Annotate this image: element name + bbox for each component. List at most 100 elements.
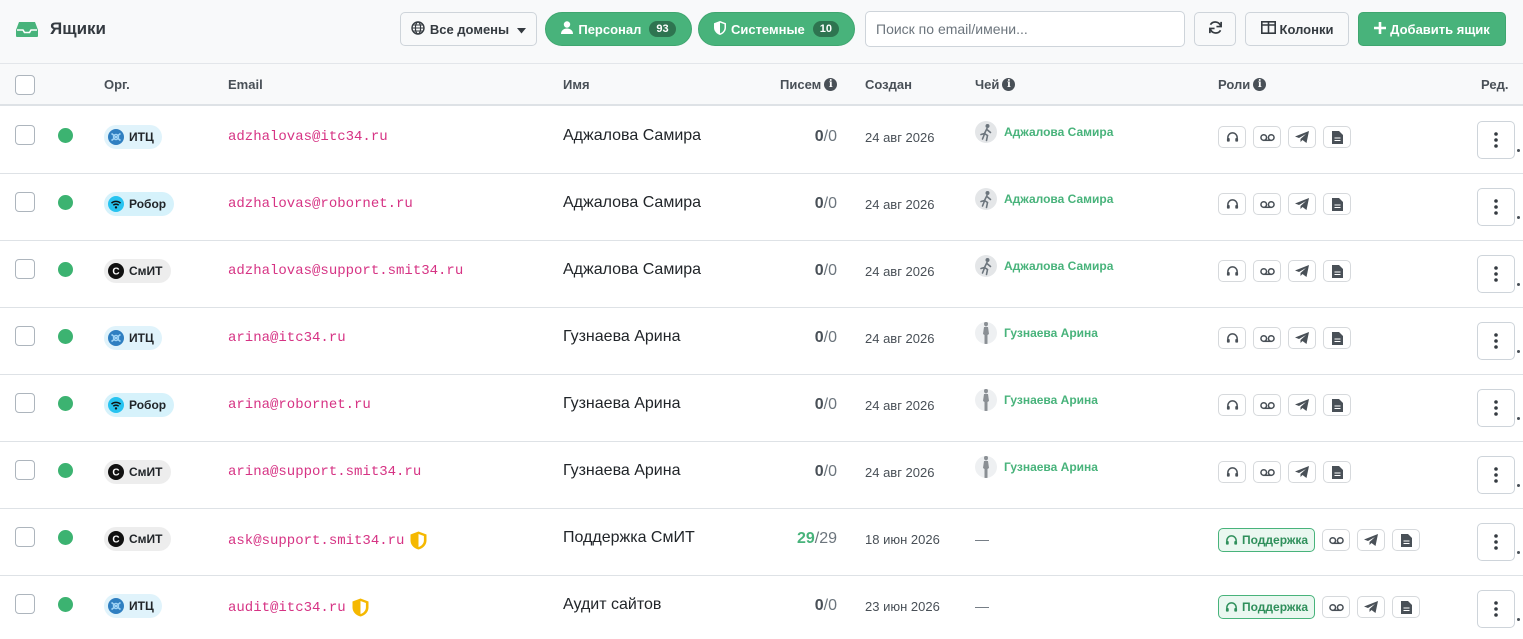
role-toggle-telegram[interactable] (1288, 327, 1316, 349)
row-checkbox[interactable] (15, 393, 35, 413)
role-toggle-headset[interactable] (1218, 394, 1246, 416)
role-toggle-voicemail[interactable] (1322, 529, 1351, 551)
email-cell[interactable]: adzhalovas@robornet.ru (228, 196, 413, 212)
search-input[interactable] (865, 11, 1185, 47)
info-icon[interactable]: i (1002, 78, 1016, 91)
add-mailbox-button[interactable]: Добавить ящик (1358, 12, 1506, 46)
email-cell[interactable]: arina@itc34.ru (228, 330, 346, 346)
system-filter-button[interactable]: Системные 10 (698, 12, 855, 46)
owner-link[interactable]: Гузнаева Арина (975, 456, 1098, 478)
column-header-email[interactable]: Email (228, 77, 263, 92)
row-actions-button[interactable] (1477, 255, 1515, 293)
role-toggle-headset[interactable] (1218, 126, 1246, 148)
mail-total-count: /0 (823, 195, 837, 212)
itc-logo-icon (108, 129, 124, 145)
table-row[interactable]: C СмИТ arina@support.smit34.ru Гузнаева Ари… (0, 442, 1523, 509)
email-cell[interactable]: adzhalovas@support.smit34.ru (228, 263, 463, 279)
info-icon[interactable]: i (824, 78, 838, 91)
role-toggle-voicemail[interactable] (1253, 126, 1281, 148)
support-role-badge[interactable]: Поддержка (1218, 595, 1316, 619)
table-row[interactable]: ИТЦ audit@itc34.ru Аудит сайтов 0/0 23 июн 2… (0, 576, 1523, 639)
role-toggle-voicemail[interactable] (1253, 461, 1281, 483)
info-icon[interactable]: i (1253, 78, 1267, 91)
user-icon (561, 21, 574, 37)
table-row[interactable]: Робор arina@robornet.ru Гузнаева Арина 0/0 2… (0, 375, 1523, 442)
mail-used-count: 0 (814, 396, 824, 413)
role-toggle-document[interactable] (1323, 126, 1351, 148)
select-all-checkbox[interactable] (15, 75, 35, 95)
row-checkbox[interactable] (15, 259, 35, 279)
kebab-icon (1494, 333, 1498, 349)
role-toggle-telegram[interactable] (1357, 596, 1386, 618)
support-role-badge[interactable]: Поддержка (1218, 528, 1316, 552)
email-cell[interactable]: ask@support.smit34.ru (228, 531, 427, 550)
role-toggle-document[interactable] (1392, 529, 1421, 551)
email-cell[interactable]: arina@robornet.ru (228, 397, 371, 413)
row-actions-button[interactable] (1477, 121, 1515, 159)
svg-text:C: C (112, 468, 119, 479)
mail-used-count: 0 (814, 597, 824, 614)
role-toggle-voicemail[interactable] (1253, 327, 1281, 349)
refresh-button[interactable] (1194, 12, 1236, 46)
role-toggle-telegram[interactable] (1288, 394, 1316, 416)
column-header-owner[interactable]: Чей i (975, 77, 1016, 92)
row-actions-button[interactable] (1477, 188, 1515, 226)
table-row[interactable]: ИТЦ arina@itc34.ru Гузнаева Арина 0/0 24 авг… (0, 308, 1523, 375)
column-header-org[interactable]: Орг. (104, 77, 130, 92)
column-header-name[interactable]: Имя (563, 77, 590, 92)
overflow-dot (1517, 216, 1520, 219)
row-actions-button[interactable] (1477, 523, 1515, 561)
columns-button[interactable]: Колонки (1245, 12, 1349, 46)
row-actions-button[interactable] (1477, 590, 1515, 628)
document-icon (1331, 264, 1343, 278)
owner-link[interactable]: Аджалова Самира (975, 121, 1113, 143)
row-checkbox[interactable] (15, 192, 35, 212)
owner-link[interactable]: Аджалова Самира (975, 188, 1113, 210)
row-actions-button[interactable] (1477, 322, 1515, 360)
role-toggle-headset[interactable] (1218, 260, 1246, 282)
role-toggle-document[interactable] (1323, 461, 1351, 483)
table-row[interactable]: C СмИТ adzhalovas@support.smit34.ru Аджалов… (0, 241, 1523, 308)
email-text: adzhalovas@itc34.ru (228, 129, 388, 145)
role-toggle-voicemail[interactable] (1253, 394, 1281, 416)
role-toggle-document[interactable] (1323, 394, 1351, 416)
role-toggle-document[interactable] (1392, 596, 1421, 618)
table-row[interactable]: C СмИТ ask@support.smit34.ru Поддержка СмИТ… (0, 509, 1523, 576)
row-checkbox[interactable] (15, 594, 35, 614)
role-toggle-voicemail[interactable] (1253, 260, 1281, 282)
table-row[interactable]: ИТЦ adzhalovas@itc34.ru Аджалова Самира 0/0… (0, 107, 1523, 174)
role-toggle-voicemail[interactable] (1322, 596, 1351, 618)
row-actions-button[interactable] (1477, 456, 1515, 494)
role-toggle-headset[interactable] (1218, 461, 1246, 483)
personal-filter-button[interactable]: Персонал 93 (545, 12, 692, 46)
role-toggle-telegram[interactable] (1357, 529, 1386, 551)
role-toggle-telegram[interactable] (1288, 193, 1316, 215)
domain-filter-dropdown[interactable]: Все домены (400, 12, 537, 46)
owner-link[interactable]: Гузнаева Арина (975, 322, 1098, 344)
role-toggle-document[interactable] (1323, 260, 1351, 282)
column-header-roles[interactable]: Роли i (1218, 77, 1267, 92)
email-cell[interactable]: arina@support.smit34.ru (228, 464, 421, 480)
role-toggle-document[interactable] (1323, 193, 1351, 215)
email-cell[interactable]: adzhalovas@itc34.ru (228, 129, 388, 145)
role-toggle-headset[interactable] (1218, 193, 1246, 215)
column-header-created[interactable]: Создан (865, 77, 912, 92)
role-toggle-voicemail[interactable] (1253, 193, 1281, 215)
row-checkbox[interactable] (15, 125, 35, 145)
role-toggle-telegram[interactable] (1288, 461, 1316, 483)
owner-link[interactable]: Гузнаева Арина (975, 389, 1098, 411)
document-icon (1331, 398, 1343, 412)
role-toggle-headset[interactable] (1218, 327, 1246, 349)
role-toggle-telegram[interactable] (1288, 126, 1316, 148)
table-row[interactable]: Робор adzhalovas@robornet.ru Аджалова Сами… (0, 174, 1523, 241)
row-checkbox[interactable] (15, 326, 35, 346)
row-checkbox[interactable] (15, 527, 35, 547)
column-header-mail-count[interactable]: Писем i (780, 77, 838, 92)
row-checkbox[interactable] (15, 460, 35, 480)
owner-link[interactable]: Аджалова Самира (975, 255, 1113, 277)
role-toggle-telegram[interactable] (1288, 260, 1316, 282)
row-actions-button[interactable] (1477, 389, 1515, 427)
role-toggle-document[interactable] (1323, 327, 1351, 349)
email-cell[interactable]: audit@itc34.ru (228, 598, 369, 617)
mail-count-cell: 0/0 (760, 396, 837, 414)
